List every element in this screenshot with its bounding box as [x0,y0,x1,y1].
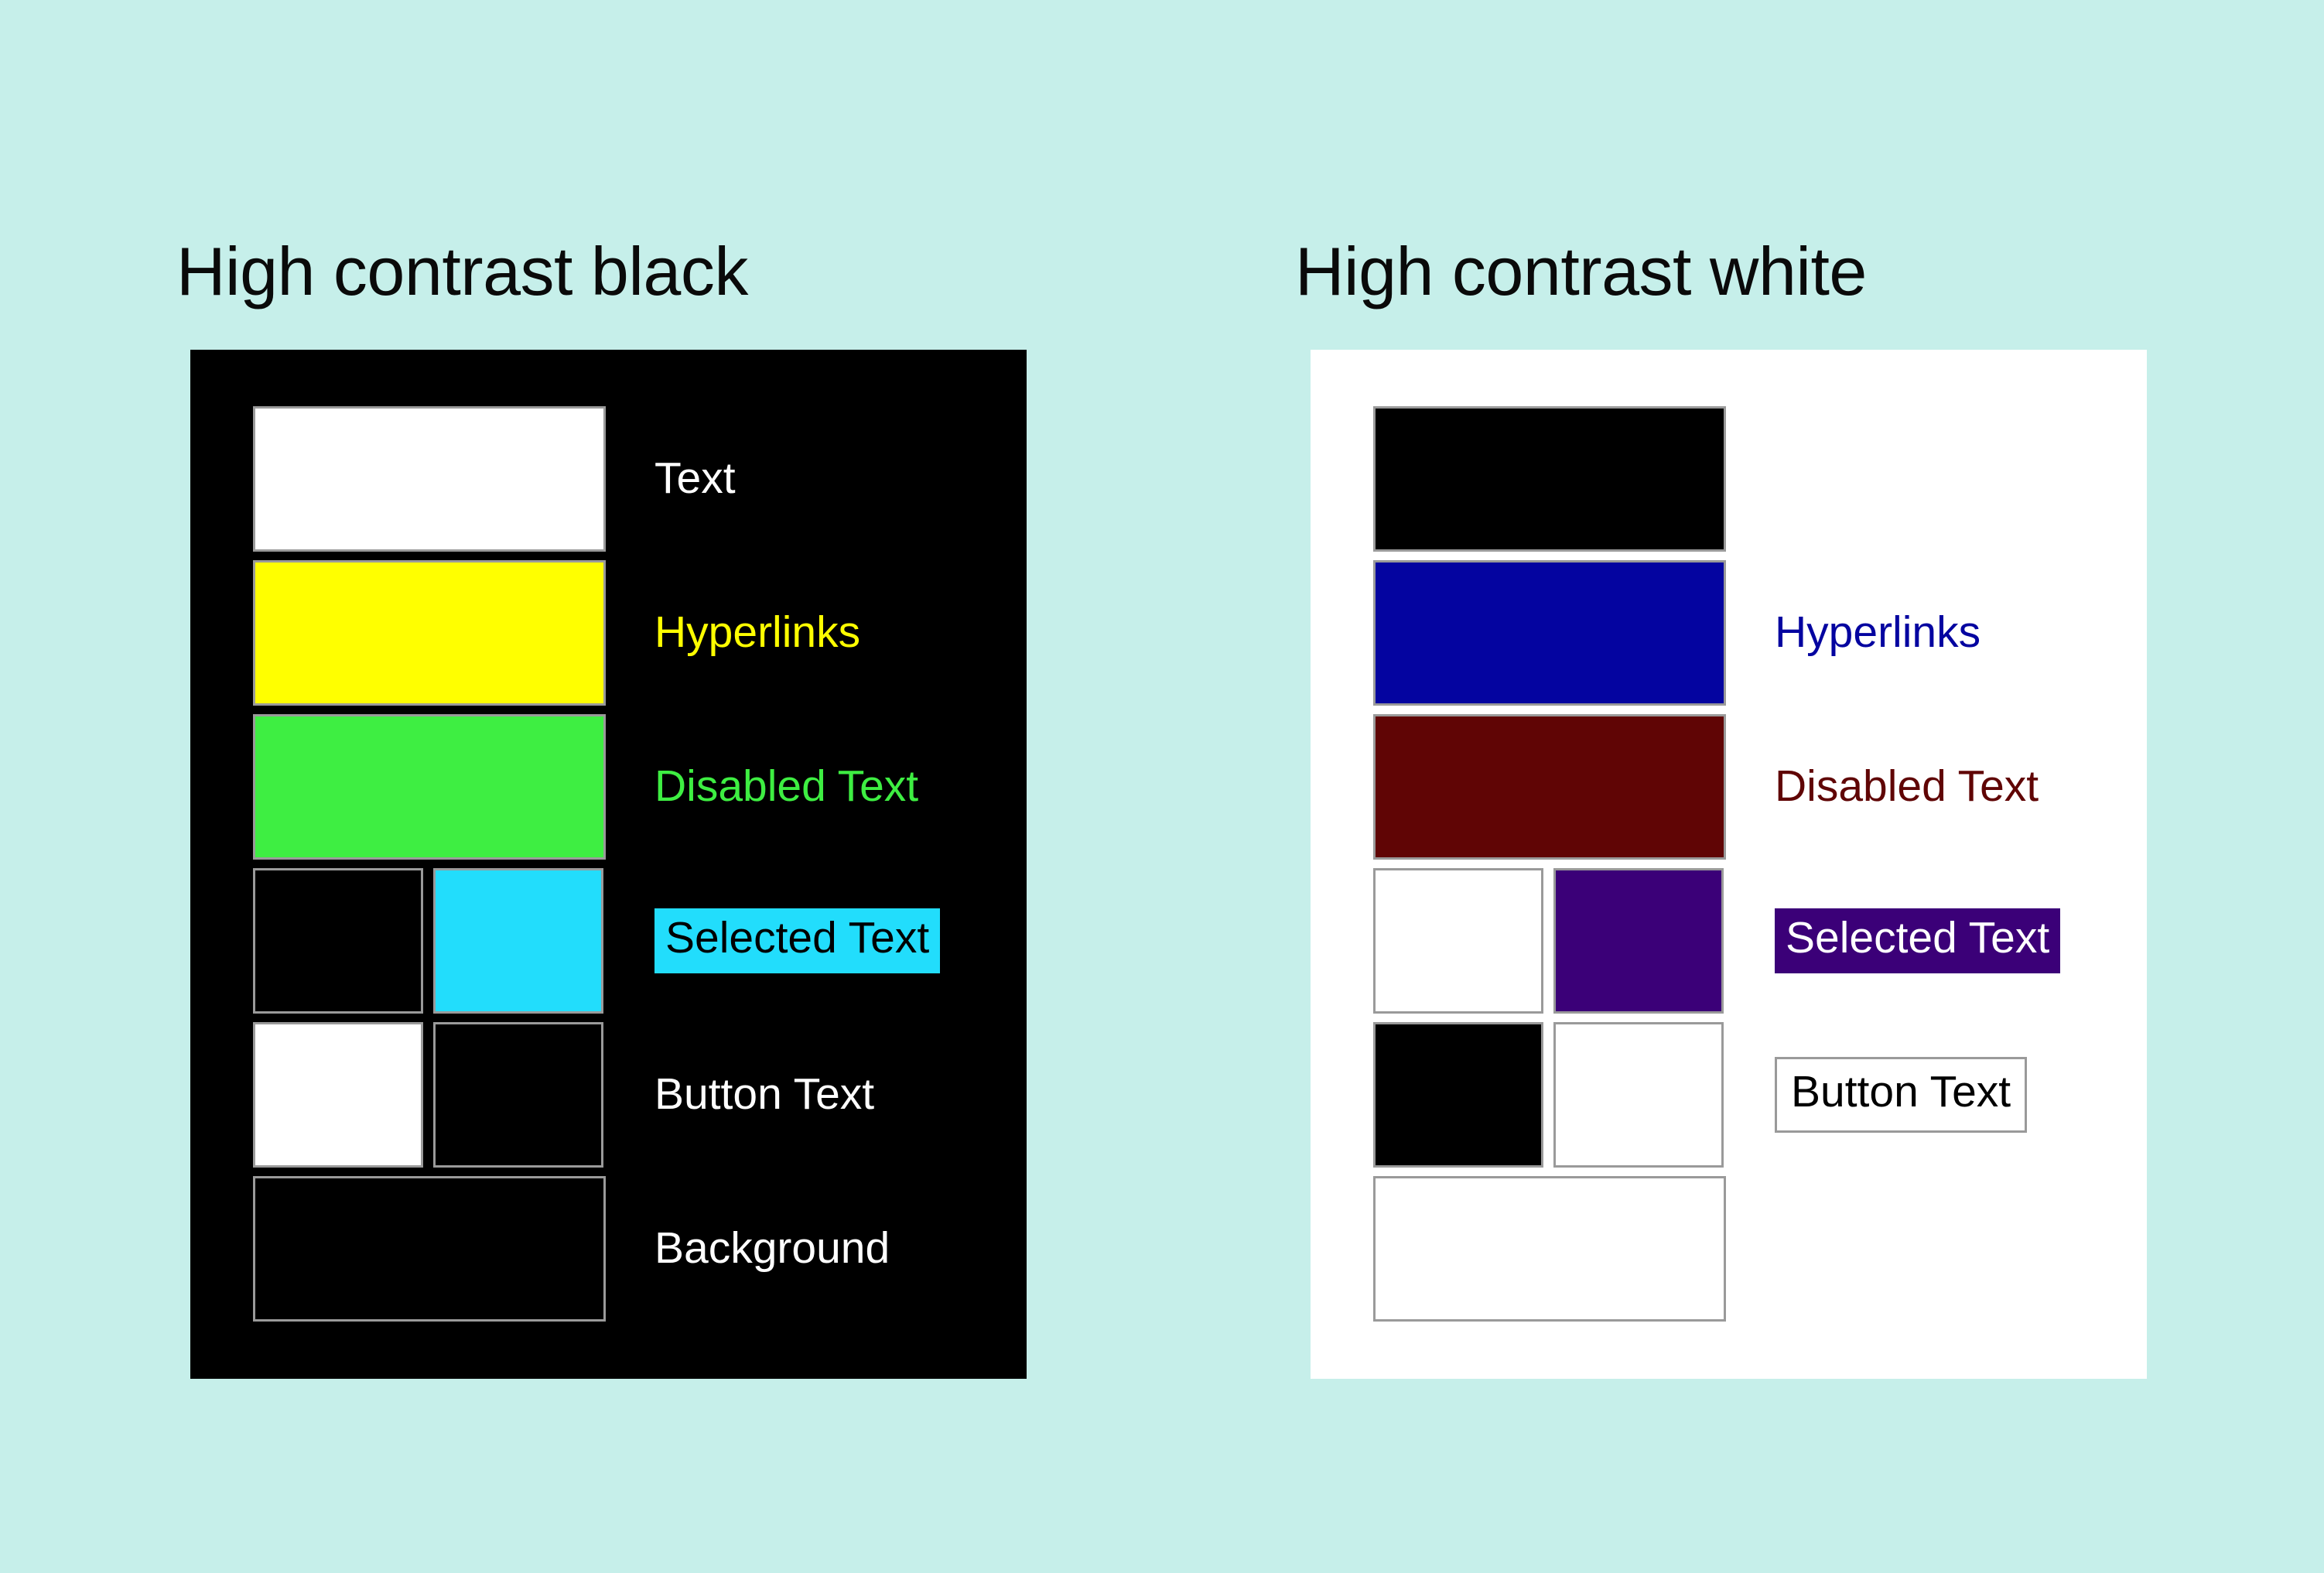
swatch-selected-text-fg-black-theme [253,868,423,1014]
label-row-text: Text [654,406,1010,552]
label-disabled-text-white-theme: Disabled Text [1775,761,2039,812]
swatch-disabled-text-white-theme [1373,714,1726,860]
swatch-button-text-bg-black-theme [433,1022,603,1168]
swatch-button-text-fg-black-theme [253,1022,423,1168]
swatch-column-black [253,406,606,1322]
label-hyperlinks-black-theme: Hyperlinks [654,607,861,658]
label-row-disabled-text: Disabled Text [654,714,1010,860]
swatch-row-text [1373,406,1726,552]
swatch-button-text-bg-white-theme [1553,1022,1724,1168]
label-column-black: Text Hyperlinks Disabled Text Selected T… [654,406,1010,1322]
swatch-hyperlinks-black-theme [253,560,606,706]
label-row-disabled-text: Disabled Text [1775,714,2131,860]
label-hyperlinks-white-theme: Hyperlinks [1775,607,1981,658]
panel-high-contrast-black: Text Hyperlinks Disabled Text Selected T… [190,350,1027,1379]
swatch-background-white-theme [1373,1176,1726,1322]
label-button-text-white-theme: Button Text [1775,1057,2028,1133]
label-row-background: Background [654,1176,1010,1322]
label-text-black-theme: Text [654,453,736,504]
label-row-text [1775,406,2131,552]
swatch-row-disabled-text [253,714,606,860]
label-row-hyperlinks: Hyperlinks [1775,560,2131,706]
swatch-text-black-theme [253,406,606,552]
swatch-background-black-theme [253,1176,606,1322]
label-row-button-text: Button Text [1775,1022,2131,1168]
page-title-high-contrast-white: High contrast white [1295,232,1867,309]
label-column-white: Hyperlinks Disabled Text Selected Text B… [1775,406,2131,1322]
label-row-selected-text: Selected Text [654,868,1010,1014]
swatch-button-text-fg-white-theme [1373,1022,1543,1168]
label-row-background [1775,1176,2131,1322]
swatch-row-selected-text [1373,868,1726,1014]
swatch-row-background [1373,1176,1726,1322]
label-disabled-text-black-theme: Disabled Text [654,761,919,812]
swatch-row-button-text [1373,1022,1726,1168]
page-title-high-contrast-black: High contrast black [176,232,748,309]
label-row-button-text: Button Text [654,1022,1010,1168]
label-button-text-black-theme: Button Text [654,1069,875,1120]
swatch-row-hyperlinks [1373,560,1726,706]
swatch-row-background [253,1176,606,1322]
swatch-hyperlinks-white-theme [1373,560,1726,706]
swatch-selected-text-bg-white-theme [1553,868,1724,1014]
label-background-black-theme: Background [654,1223,890,1274]
swatch-row-selected-text [253,868,606,1014]
label-selected-text-white-theme: Selected Text [1775,908,2061,973]
panel-high-contrast-white: Hyperlinks Disabled Text Selected Text B… [1311,350,2147,1379]
swatch-selected-text-fg-white-theme [1373,868,1543,1014]
swatch-selected-text-bg-black-theme [433,868,603,1014]
swatch-row-text [253,406,606,552]
diagram-stage: High contrast black Text Hyperlinks Disa… [0,0,2324,1573]
swatch-row-disabled-text [1373,714,1726,860]
swatch-row-button-text [253,1022,606,1168]
label-row-hyperlinks: Hyperlinks [654,560,1010,706]
swatch-text-white-theme [1373,406,1726,552]
swatch-disabled-text-black-theme [253,714,606,860]
swatch-column-white [1373,406,1726,1322]
label-selected-text-black-theme: Selected Text [654,908,941,973]
label-row-selected-text: Selected Text [1775,868,2131,1014]
swatch-row-hyperlinks [253,560,606,706]
